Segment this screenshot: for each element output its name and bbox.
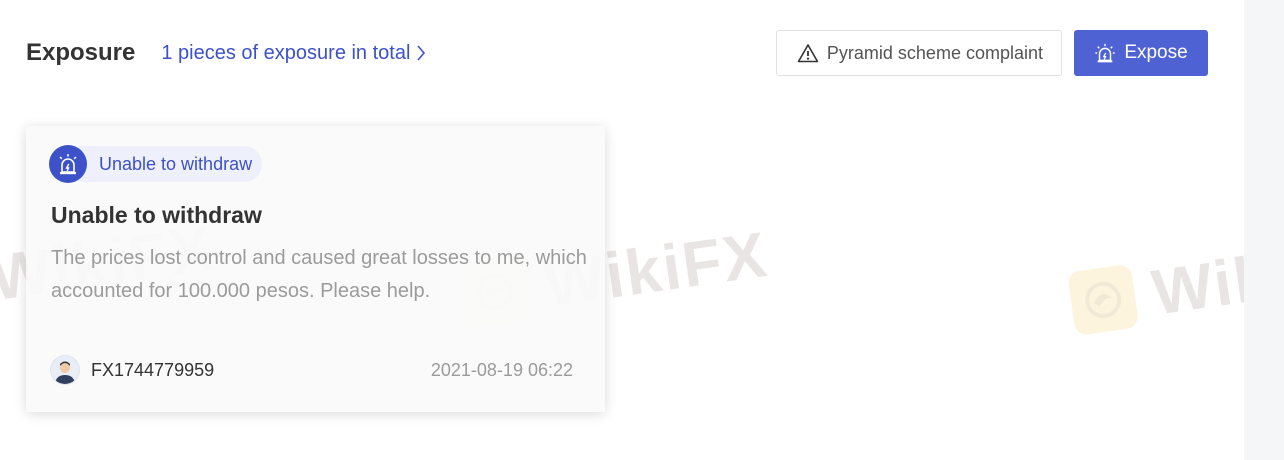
exposure-card[interactable]: Unable to withdraw Unable to withdraw Th… xyxy=(26,126,605,412)
chevron-right-icon xyxy=(417,45,426,61)
user-avatar-icon xyxy=(50,355,80,385)
exposure-footer: FX1744779959 2021-08-19 06:22 xyxy=(50,354,573,386)
expose-button[interactable]: Expose xyxy=(1074,30,1208,76)
right-gutter xyxy=(1244,0,1284,460)
pyramid-complaint-button[interactable]: Pyramid scheme complaint xyxy=(775,30,1062,76)
username: FX1744779959 xyxy=(91,359,215,380)
exposure-title: Unable to withdraw xyxy=(51,202,262,228)
total-exposure-link[interactable]: 1 pieces of exposure in total xyxy=(161,42,426,65)
total-exposure-label: 1 pieces of exposure in total xyxy=(161,41,411,64)
alarm-siren-icon xyxy=(1095,43,1115,63)
alarm-siren-icon xyxy=(49,145,87,183)
category-tag: Unable to withdraw xyxy=(49,145,263,183)
exposure-description: The prices lost control and caused great… xyxy=(51,247,587,302)
watermark-logo-icon xyxy=(1067,263,1140,337)
page-title: Exposure xyxy=(26,39,136,66)
warning-triangle-icon xyxy=(797,44,819,63)
expose-label: Expose xyxy=(1124,42,1188,63)
exposure-header: Exposure 1 pieces of exposure in total P… xyxy=(26,30,1208,76)
pyramid-complaint-label: Pyramid scheme complaint xyxy=(826,42,1043,63)
post-date: 2021-08-19 06:22 xyxy=(430,359,573,380)
category-tag-label: Unable to withdraw xyxy=(99,153,253,174)
exposure-page: WikiFX WikiFX WikiFX Exposure 1 pieces o… xyxy=(0,0,1284,460)
